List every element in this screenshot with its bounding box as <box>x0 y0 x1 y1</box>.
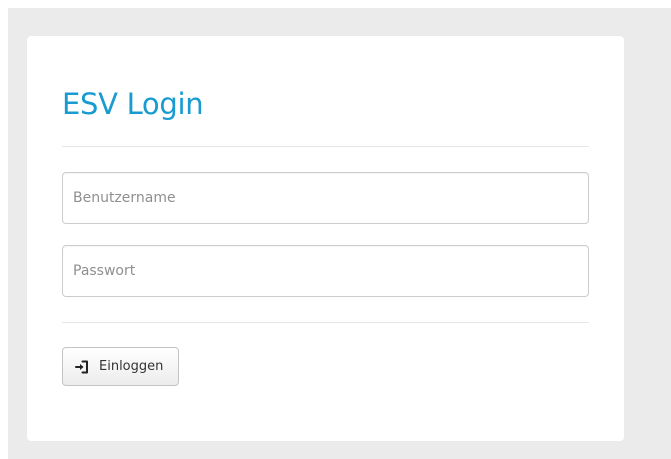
form-divider <box>62 322 589 323</box>
title-divider <box>62 146 589 147</box>
login-button-label: Einloggen <box>99 359 164 374</box>
username-input[interactable] <box>62 172 589 224</box>
login-panel: ESV Login Einloggen <box>27 36 624 441</box>
login-button[interactable]: Einloggen <box>62 347 180 386</box>
password-input[interactable] <box>62 245 589 297</box>
page-title: ESV Login <box>62 87 204 121</box>
login-icon <box>75 360 89 374</box>
